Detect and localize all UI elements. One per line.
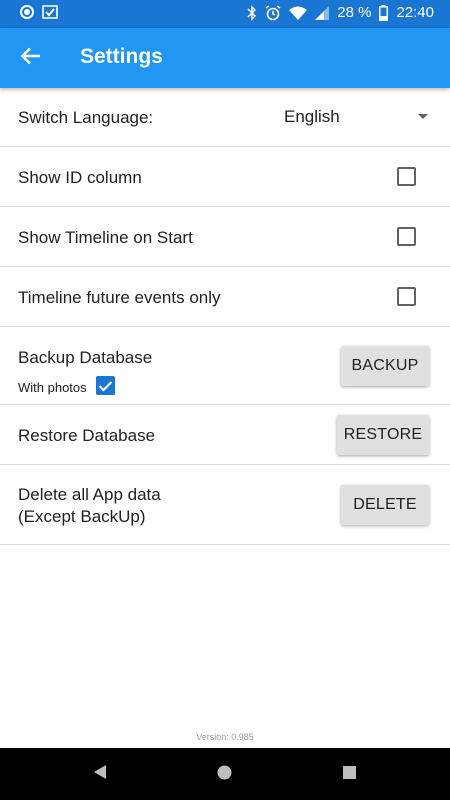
show-id-column-label: Show ID column <box>18 168 142 187</box>
version-text: Version: 0.985 <box>196 732 254 742</box>
check-icon <box>98 380 113 392</box>
show-timeline-label: Show Timeline on Start <box>18 228 193 247</box>
timeline-future-label: Timeline future events only <box>18 288 221 307</box>
square-recents-icon <box>343 766 356 779</box>
backup-button[interactable]: BACKUP <box>341 346 429 386</box>
delete-row: Delete all App data (Except BackUp) DELE… <box>0 465 450 545</box>
clock: 22:40 <box>396 4 434 21</box>
restore-label: Restore Database <box>18 426 156 445</box>
mail-check-icon <box>42 5 58 19</box>
show-id-column-checkbox[interactable] <box>397 167 416 186</box>
status-bar: 28 % 22:40 <box>0 0 450 28</box>
delete-button[interactable]: DELETE <box>341 485 429 525</box>
show-timeline-checkbox[interactable] <box>397 227 416 246</box>
language-value: English <box>284 107 340 126</box>
wifi-icon <box>289 6 308 20</box>
battery-icon <box>379 4 389 21</box>
app-bar: Settings <box>0 28 450 88</box>
with-photos-label: With photos <box>18 380 87 395</box>
nav-recents-button[interactable] <box>343 766 356 784</box>
battery-text: 28 % <box>337 4 372 21</box>
restore-button[interactable]: RESTORE <box>337 415 429 455</box>
restore-row: Restore Database RESTORE <box>0 405 450 465</box>
with-photos-checkbox[interactable] <box>96 376 115 395</box>
circle-app-icon <box>20 5 34 19</box>
language-label: Switch Language: <box>18 108 154 127</box>
nav-home-button[interactable] <box>217 765 232 785</box>
timeline-future-checkbox[interactable] <box>397 287 416 306</box>
dropdown-arrow-icon <box>418 114 428 119</box>
navigation-bar <box>0 748 450 800</box>
delete-label-line2: (Except BackUp) <box>18 507 146 526</box>
circle-home-icon <box>217 765 232 780</box>
language-dropdown[interactable]: English <box>284 105 434 129</box>
show-timeline-row: Show Timeline on Start <box>0 207 450 267</box>
alarm-icon <box>265 4 281 21</box>
page-title: Settings <box>80 45 163 68</box>
backup-row: Backup Database With photos BACKUP <box>0 327 450 405</box>
arrow-back-icon <box>20 47 41 70</box>
delete-label-line1: Delete all App data <box>18 485 161 504</box>
signal-icon <box>315 5 330 20</box>
show-id-column-row: Show ID column <box>0 147 450 207</box>
timeline-future-row: Timeline future events only <box>0 267 450 327</box>
back-button[interactable] <box>16 44 46 72</box>
triangle-back-icon <box>94 765 106 779</box>
bluetooth-icon <box>247 4 257 21</box>
language-row: Switch Language: English <box>0 88 450 147</box>
nav-back-button[interactable] <box>93 764 107 785</box>
backup-label: Backup Database <box>18 348 153 367</box>
